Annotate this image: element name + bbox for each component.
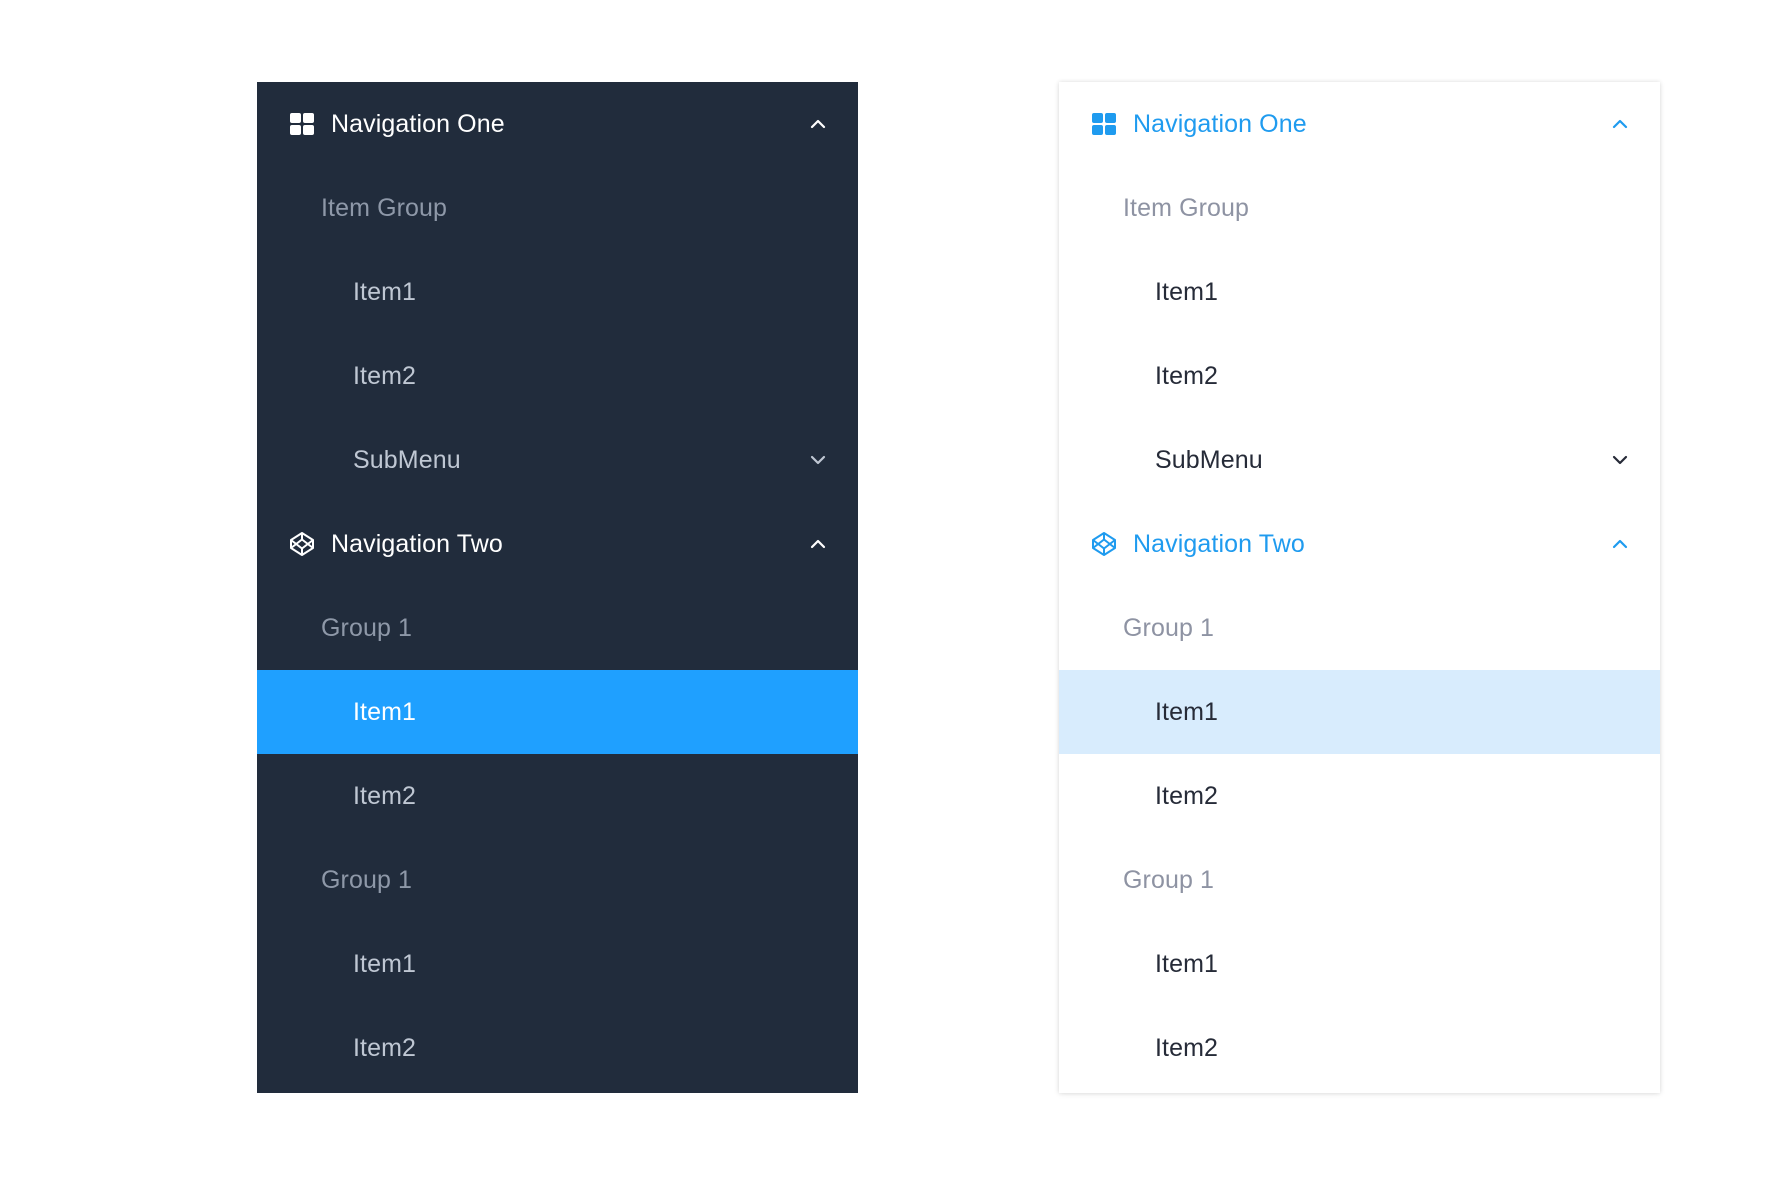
item-group-title: Item Group	[1123, 193, 1250, 222]
chevron-up-icon[interactable]	[806, 532, 830, 556]
nav-two-header[interactable]: Navigation Two	[1059, 502, 1660, 586]
menu-item[interactable]: Item1	[1059, 922, 1660, 1006]
chevron-up-icon[interactable]	[1608, 532, 1632, 556]
group-title: Group 1	[321, 865, 413, 894]
submenu-toggle[interactable]: SubMenu	[257, 418, 858, 502]
chevron-down-icon[interactable]	[806, 448, 830, 472]
menu-item[interactable]: Item1	[1059, 250, 1660, 334]
chevron-up-icon[interactable]	[1608, 112, 1632, 136]
chevron-up-icon[interactable]	[806, 112, 830, 136]
group-title: Group 1	[1123, 613, 1215, 642]
menu-item[interactable]: Item2	[1059, 754, 1660, 838]
menu-item-selected[interactable]: Item1	[257, 670, 858, 754]
group-title: Group 1	[321, 613, 413, 642]
dark-menu: Navigation One Item Group Item1 Item2 Su…	[257, 82, 858, 1093]
menu-item[interactable]: Item2	[257, 334, 858, 418]
codepen-icon	[1092, 532, 1116, 556]
nav-two-header[interactable]: Navigation Two	[257, 502, 858, 586]
menu-item[interactable]: Item2	[1059, 1006, 1660, 1090]
menu-item-selected[interactable]: Item1	[1059, 670, 1660, 754]
chevron-down-icon[interactable]	[1608, 448, 1632, 472]
item-group-title: Item Group	[321, 193, 448, 222]
grid-icon	[290, 113, 314, 135]
menu-item[interactable]: Item1	[257, 250, 858, 334]
group-title: Group 1	[1123, 865, 1215, 894]
nav-one-header[interactable]: Navigation One	[1059, 82, 1660, 166]
codepen-icon	[290, 532, 314, 556]
menu-item[interactable]: Item2	[257, 1006, 858, 1090]
submenu-toggle[interactable]: SubMenu	[1059, 418, 1660, 502]
menu-item[interactable]: Item1	[257, 922, 858, 1006]
grid-icon	[1092, 113, 1116, 135]
nav-two-label: Navigation Two	[1133, 529, 1305, 558]
nav-one-label: Navigation One	[1133, 109, 1307, 138]
nav-one-label: Navigation One	[331, 109, 505, 138]
nav-two-label: Navigation Two	[331, 529, 503, 558]
menu-item[interactable]: Item2	[257, 754, 858, 838]
nav-one-header[interactable]: Navigation One	[257, 82, 858, 166]
menu-item[interactable]: Item2	[1059, 334, 1660, 418]
light-menu: Navigation One Item Group Item1 Item2 Su…	[1059, 82, 1660, 1093]
